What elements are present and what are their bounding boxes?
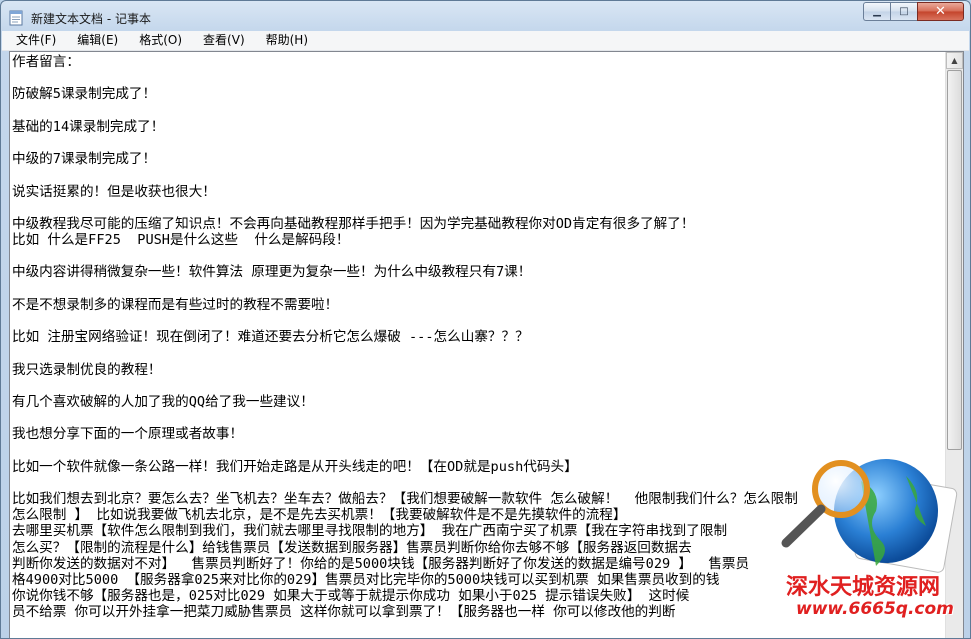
text-line: 你说你钱不够【服务器也是，025对比029 如果大于或等于就提示你成功 如果小于… <box>12 588 690 605</box>
text-line: 比如 什么是FF25 PUSH是什么这些 什么是解码段！ <box>12 232 350 249</box>
text-line: 有几个喜欢破解的人加了我的QQ给了我一些建议！ <box>12 393 314 410</box>
minimize-button[interactable]: ▁ <box>863 2 890 21</box>
text-line <box>12 281 945 297</box>
vertical-scrollbar[interactable]: ▲ <box>945 52 963 638</box>
text-line <box>12 70 945 86</box>
text-editor[interactable]: 作者留言： 防破解5课录制完成了！ 基础的14课录制完成了！ 中级的7课录制完成… <box>9 51 964 638</box>
text-line: 判断你发送的数据对不对】 售票员判断好了！你给的是5000块钱【服务器判断好了你… <box>12 555 750 572</box>
text-line: 怎么买？【限制的流程是什么】给钱售票员【发送数据到服务器】售票员判断你给你去够不… <box>12 539 692 556</box>
text-line: 中级教程我尽可能的压缩了知识点！不会再向基础教程那样手把手！因为学完基础教程你对… <box>12 215 695 232</box>
text-line: 比如我们想去到北京？要怎么去？坐飞机去？坐车去？做船去？【我们想要破解一款软件 … <box>12 491 798 508</box>
text-line: 中级的7课录制完成了！ <box>12 151 157 168</box>
scrollbar-thumb[interactable] <box>947 70 962 450</box>
text-line: 比如一个软件就像一条公路一样！我们开始走路是从开头线走的吧！【在OD就是push… <box>12 458 578 475</box>
menu-edit[interactable]: 编辑(E) <box>63 31 125 50</box>
maximize-button[interactable]: □ <box>890 2 917 21</box>
text-line: 作者留言： <box>12 54 80 70</box>
menu-format[interactable]: 格式(O) <box>125 31 189 50</box>
menu-view[interactable]: 查看(V) <box>189 31 252 50</box>
notepad-app-icon <box>9 10 23 26</box>
menu-file[interactable]: 文件(F) <box>2 31 63 50</box>
notepad-window: 新建文本文档 - 记事本 ▁ □ ✕ 文件(F) 编辑(E) 格式(O) 查看(… <box>0 0 971 639</box>
document-text[interactable]: 作者留言： 防破解5课录制完成了！ 基础的14课录制完成了！ 中级的7课录制完成… <box>12 54 945 638</box>
text-line: 不是不想录制多的课程而是有些过时的教程不需要啦！ <box>12 296 339 313</box>
text-line: 格4900对比5000 【服务器拿025来对比你的029】售票员对比完毕你的50… <box>12 572 720 588</box>
text-line: 说实话挺累的！但是收获也很大！ <box>12 183 216 200</box>
text-line <box>12 345 945 361</box>
text-line: 怎么限制 】 比如说我要做飞机去北京，是不是先去买机票！【我要破解软件是不是先摸… <box>12 507 627 524</box>
close-icon: ✕ <box>935 4 946 19</box>
text-line <box>12 135 945 151</box>
title-bar[interactable]: 新建文本文档 - 记事本 ▁ □ ✕ <box>1 1 970 33</box>
text-line <box>12 313 945 329</box>
minimize-icon: ▁ <box>873 6 881 17</box>
text-line <box>12 200 945 216</box>
text-line <box>12 410 945 426</box>
menu-bar: 文件(F) 编辑(E) 格式(O) 查看(V) 帮助(H) <box>2 31 969 51</box>
maximize-icon: □ <box>899 6 909 17</box>
text-line: 基础的14课录制完成了！ <box>12 118 165 135</box>
menu-help[interactable]: 帮助(H) <box>252 31 315 50</box>
text-line: 我只选录制优良的教程！ <box>12 361 162 378</box>
text-line <box>12 248 945 264</box>
text-line <box>12 475 945 491</box>
text-line <box>12 443 945 459</box>
text-line: 我也想分享下面的一个原理或者故事！ <box>12 426 244 443</box>
close-button[interactable]: ✕ <box>917 2 964 21</box>
scroll-up-arrow-icon[interactable]: ▲ <box>946 52 963 69</box>
text-line <box>12 103 945 119</box>
window-title: 新建文本文档 - 记事本 <box>31 12 151 26</box>
text-line: 防破解5课录制完成了！ <box>12 86 157 103</box>
text-line: 员不给票 你可以开外挂拿一把菜刀威胁售票员 这样你就可以拿到票了！【服务器也一样… <box>12 604 676 621</box>
text-line <box>12 167 945 183</box>
text-line: 去哪里买机票【软件怎么限制到我们，我们就去哪里寻找限制的地方】 我在广西南宁买了… <box>12 523 728 540</box>
text-line <box>12 378 945 394</box>
text-line: 比如 注册宝网络验证！现在倒闭了！难道还要去分析它怎么爆破 ---怎么山寨？？？ <box>12 329 529 346</box>
text-line: 中级内容讲得稍微复杂一些！软件算法 原理更为复杂一些！为什么中级教程只有7课！ <box>12 264 532 281</box>
caption-buttons: ▁ □ ✕ <box>863 2 964 21</box>
